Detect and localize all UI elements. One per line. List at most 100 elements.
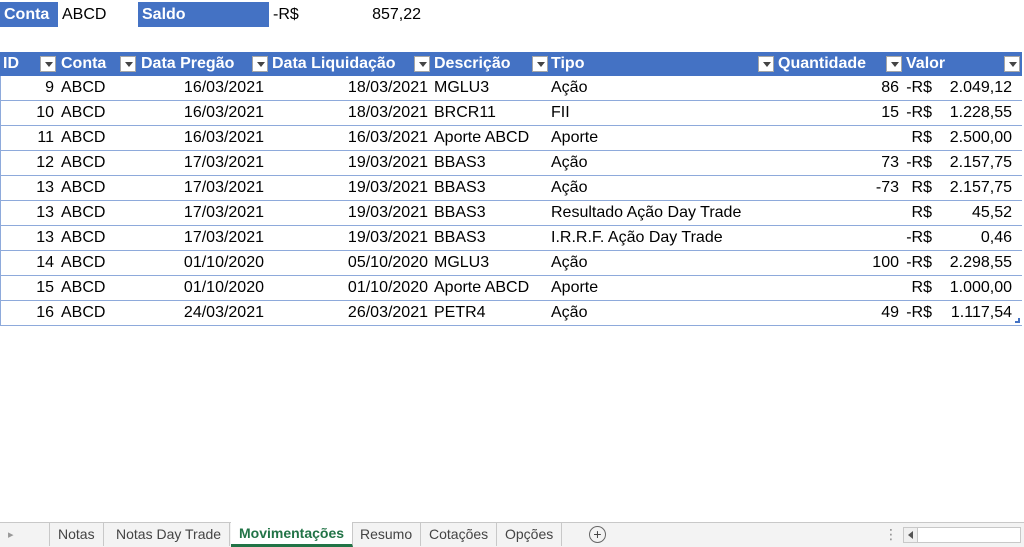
cell-pregao[interactable]: 16/03/2021	[140, 76, 267, 100]
cell-descricao[interactable]: BBAS3	[434, 201, 549, 225]
cell-tipo[interactable]: Ação	[551, 251, 773, 275]
cell-tipo[interactable]: FII	[551, 101, 773, 125]
saldo-label-cell[interactable]: Saldo	[138, 2, 269, 27]
scroll-left-icon[interactable]	[904, 528, 918, 542]
cell-valor[interactable]: 2.049,12	[932, 76, 1014, 100]
sheet-tab[interactable]: Cotações	[421, 523, 498, 546]
cell-tipo[interactable]: Ação	[551, 76, 773, 100]
cell-quantidade[interactable]: -73	[776, 176, 902, 200]
cell-liquidacao[interactable]: 05/10/2020	[270, 251, 430, 275]
cell-quantidade[interactable]: 49	[776, 301, 902, 325]
cell-conta[interactable]: ABCD	[61, 201, 137, 225]
cell-valor[interactable]: 1.000,00	[932, 276, 1014, 300]
cell-conta[interactable]: ABCD	[61, 76, 137, 100]
sheet-tab[interactable]: Notas	[49, 523, 104, 546]
cell-liquidacao[interactable]: 18/03/2021	[270, 76, 430, 100]
cell-currency[interactable]: -R$	[904, 251, 932, 275]
cell-conta[interactable]: ABCD	[61, 151, 137, 175]
cell-quantidade[interactable]: 73	[776, 151, 902, 175]
saldo-value-cell[interactable]: 857,22	[311, 2, 423, 27]
cell-liquidacao[interactable]: 18/03/2021	[270, 101, 430, 125]
cell-valor[interactable]: 1.228,55	[932, 101, 1014, 125]
header-tipo[interactable]: Tipo	[548, 52, 774, 76]
cell-descricao[interactable]: BBAS3	[434, 176, 549, 200]
cell-descricao[interactable]: MGLU3	[434, 76, 549, 100]
cell-valor[interactable]: 1.117,54	[932, 301, 1014, 325]
cell-valor[interactable]: 2.500,00	[932, 126, 1014, 150]
cell-tipo[interactable]: Ação	[551, 151, 773, 175]
cell-liquidacao[interactable]: 19/03/2021	[270, 151, 430, 175]
cell-currency[interactable]: -R$	[904, 301, 932, 325]
cell-id[interactable]: 14	[0, 251, 56, 275]
cell-valor[interactable]: 0,46	[932, 226, 1014, 250]
cell-liquidacao[interactable]: 01/10/2020	[270, 276, 430, 300]
cell-conta[interactable]: ABCD	[61, 226, 137, 250]
cell-descricao[interactable]: BRCR11	[434, 101, 549, 125]
cell-currency[interactable]: -R$	[904, 76, 932, 100]
cell-quantidade[interactable]	[776, 276, 902, 300]
cell-liquidacao[interactable]: 16/03/2021	[270, 126, 430, 150]
more-options-icon[interactable]: ⋮	[884, 525, 898, 543]
cell-id[interactable]: 16	[0, 301, 56, 325]
cell-tipo[interactable]: Resultado Ação Day Trade	[551, 201, 773, 225]
horizontal-scrollbar[interactable]	[903, 527, 1021, 543]
add-sheet-icon[interactable]: +	[589, 526, 606, 543]
filter-dropdown-pregao-icon[interactable]	[252, 56, 268, 72]
cell-id[interactable]: 13	[0, 226, 56, 250]
cell-pregao[interactable]: 16/03/2021	[140, 101, 267, 125]
cell-pregao[interactable]: 01/10/2020	[140, 276, 267, 300]
cell-tipo[interactable]: Aporte	[551, 276, 773, 300]
cell-conta[interactable]: ABCD	[61, 251, 137, 275]
cell-valor[interactable]: 2.157,75	[932, 151, 1014, 175]
cell-id[interactable]: 9	[0, 76, 56, 100]
cell-descricao[interactable]: BBAS3	[434, 226, 549, 250]
cell-conta[interactable]: ABCD	[61, 176, 137, 200]
cell-descricao[interactable]: PETR4	[434, 301, 549, 325]
cell-conta[interactable]: ABCD	[61, 276, 137, 300]
cell-pregao[interactable]: 17/03/2021	[140, 226, 267, 250]
sheet-tab[interactable]: Notas Day Trade	[108, 523, 231, 546]
cell-tipo[interactable]: Ação	[551, 176, 773, 200]
header-data-pregao[interactable]: Data Pregão	[138, 52, 268, 76]
filter-dropdown-valor-icon[interactable]	[1004, 56, 1020, 72]
cell-tipo[interactable]: Ação	[551, 301, 773, 325]
cell-descricao[interactable]: Aporte ABCD	[434, 126, 549, 150]
filter-dropdown-quantidade-icon[interactable]	[886, 56, 902, 72]
sheet-tab[interactable]: Opções	[497, 523, 563, 546]
filter-dropdown-conta-icon[interactable]	[120, 56, 136, 72]
cell-pregao[interactable]: 01/10/2020	[140, 251, 267, 275]
cell-quantidade[interactable]: 86	[776, 76, 902, 100]
cell-currency[interactable]: R$	[904, 276, 932, 300]
sheet-nav-right-icon[interactable]: ▸	[8, 527, 20, 543]
cell-currency[interactable]: -R$	[904, 226, 932, 250]
conta-label-cell[interactable]: Conta	[0, 2, 58, 27]
cell-descricao[interactable]: BBAS3	[434, 151, 549, 175]
cell-pregao[interactable]: 17/03/2021	[140, 201, 267, 225]
sheet-tab[interactable]: Resumo	[352, 523, 422, 546]
cell-id[interactable]: 15	[0, 276, 56, 300]
cell-id[interactable]: 12	[0, 151, 56, 175]
cell-id[interactable]: 11	[0, 126, 56, 150]
cell-id[interactable]: 13	[0, 176, 56, 200]
cell-quantidade[interactable]	[776, 126, 902, 150]
cell-tipo[interactable]: Aporte	[551, 126, 773, 150]
cell-id[interactable]: 13	[0, 201, 56, 225]
filter-dropdown-liquidacao-icon[interactable]	[414, 56, 430, 72]
filter-dropdown-id-icon[interactable]	[40, 56, 56, 72]
cell-pregao[interactable]: 16/03/2021	[140, 126, 267, 150]
conta-value-cell[interactable]: ABCD	[60, 2, 136, 27]
filter-dropdown-tipo-icon[interactable]	[758, 56, 774, 72]
cell-id[interactable]: 10	[0, 101, 56, 125]
table-resize-handle[interactable]	[1015, 318, 1020, 323]
cell-tipo[interactable]: I.R.R.F. Ação Day Trade	[551, 226, 773, 250]
cell-pregao[interactable]: 17/03/2021	[140, 151, 267, 175]
cell-liquidacao[interactable]: 19/03/2021	[270, 176, 430, 200]
saldo-currency-cell[interactable]: -R$	[271, 2, 311, 27]
cell-valor[interactable]: 2.157,75	[932, 176, 1014, 200]
cell-descricao[interactable]: Aporte ABCD	[434, 276, 549, 300]
cell-currency[interactable]: R$	[904, 201, 932, 225]
filter-dropdown-descricao-icon[interactable]	[532, 56, 548, 72]
sheet-tab[interactable]: Movimentações	[231, 522, 354, 547]
header-quantidade[interactable]: Quantidade	[775, 52, 903, 76]
cell-liquidacao[interactable]: 19/03/2021	[270, 201, 430, 225]
